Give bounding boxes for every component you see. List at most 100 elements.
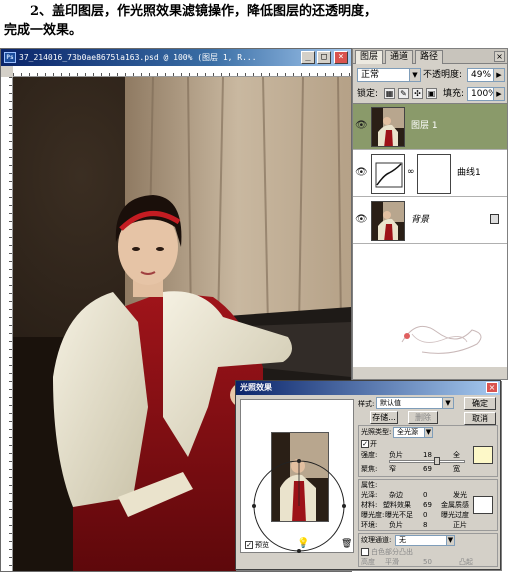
material-value: 69 xyxy=(423,501,432,509)
lock-icon xyxy=(490,214,499,224)
layer-mask-thumbnail xyxy=(417,154,451,194)
property-color-swatch[interactable] xyxy=(473,496,493,514)
blend-mode-value: 正常 xyxy=(361,70,380,80)
light-ellipse-handle[interactable] xyxy=(241,400,355,554)
height-value: 50 xyxy=(423,558,432,566)
blend-mode-select[interactable]: 正常 ▼ xyxy=(357,68,421,82)
focus-value: 69 xyxy=(423,465,432,473)
preview-label: 预览 xyxy=(255,541,269,549)
intensity-slider[interactable] xyxy=(389,457,465,465)
lighting-effects-dialog: 光照效果 × ✓ 预览 💡 🗑 样式: 默认值 ▼ 确定 存储... 删除 取消… xyxy=(235,380,501,570)
material-min-label: 塑料效果 xyxy=(383,501,411,509)
photoshop-icon: Ps xyxy=(4,52,16,63)
properties-label: 属性: xyxy=(361,481,378,489)
opacity-value: 49% xyxy=(471,70,492,80)
layer-name[interactable]: 背景 xyxy=(411,213,429,227)
curves-adjustment-icon xyxy=(371,154,405,194)
vertical-ruler[interactable] xyxy=(1,77,13,571)
tutorial-caption: 2、盖印图层，作光照效果滤镜操作，降低图层的还透明度， 完成一效果。 xyxy=(4,2,504,40)
layer-row-layer-1[interactable]: 👁 图层 1 xyxy=(353,104,507,150)
light-type-select[interactable]: 全光源 ▼ xyxy=(393,427,433,438)
focus-label: 聚焦: xyxy=(361,465,378,473)
light-type-group: 光照类型: 全光源 ▼ ✓ 开 强度: 负片 18 全 聚焦: 窄 69 宽 xyxy=(358,425,498,477)
palette-close-button[interactable]: × xyxy=(494,51,505,62)
chevron-down-icon: ▼ xyxy=(446,536,454,545)
tab-paths[interactable]: 路径 xyxy=(415,50,444,64)
light-type-value: 全光源 xyxy=(397,428,418,436)
chevron-down-icon: ▼ xyxy=(424,428,432,437)
eye-icon[interactable]: 👁 xyxy=(355,213,368,227)
chevron-right-icon: ▶ xyxy=(493,69,504,81)
signature-watermark xyxy=(401,325,482,354)
white-high-label: 白色部分凸出 xyxy=(371,548,413,556)
opacity-label: 不透明度: xyxy=(423,70,463,80)
horizontal-ruler[interactable] xyxy=(13,66,351,77)
fill-label: 填充: xyxy=(443,89,465,99)
light-preview[interactable]: ✓ 预览 💡 🗑 xyxy=(240,399,354,553)
lock-brush-icon[interactable]: ✎ xyxy=(398,88,409,99)
intensity-max-label: 全 xyxy=(453,451,460,459)
properties-group: 属性: 光泽: 杂边 0 发光 材料: 塑料效果 69 金属质感 曝光度: 曝光… xyxy=(358,479,498,531)
dialog-close-button[interactable]: × xyxy=(486,382,498,393)
intensity-label: 强度: xyxy=(361,451,378,459)
ok-button[interactable]: 确定 xyxy=(464,397,496,410)
exposure-label: 曝光度: xyxy=(361,511,385,519)
style-label: 样式: xyxy=(358,400,375,408)
palette-tabs: 图层 通道 路径 × xyxy=(353,49,507,64)
eye-icon[interactable]: 👁 xyxy=(355,166,368,180)
height-label: 高度 xyxy=(361,558,375,566)
delete-button[interactable]: 删除 xyxy=(408,411,438,424)
gloss-label: 光泽: xyxy=(361,491,378,499)
ambience-value: 8 xyxy=(423,521,428,529)
minimize-button[interactable]: _ xyxy=(301,51,315,64)
caption-line-2: 完成一效果。 xyxy=(4,23,83,38)
ambience-label: 环境: xyxy=(361,521,378,529)
focus-max-label: 宽 xyxy=(453,465,460,473)
link-icon: ∞ xyxy=(407,167,415,177)
material-label: 材料: xyxy=(361,501,378,509)
lock-all-icon[interactable]: ▣ xyxy=(426,88,437,99)
material-max-label: 金属质感 xyxy=(441,501,469,509)
opacity-input[interactable]: 49% ▶ xyxy=(467,68,505,82)
lock-transparency-icon[interactable]: ▦ xyxy=(384,88,395,99)
intensity-value: 18 xyxy=(423,451,432,459)
white-high-checkbox[interactable] xyxy=(361,548,369,556)
light-bulb-icon[interactable]: 💡 xyxy=(297,539,309,549)
close-button[interactable]: × xyxy=(334,51,348,64)
texture-channel-value: 无 xyxy=(399,536,406,544)
light-on-checkbox[interactable]: ✓ xyxy=(361,440,369,448)
document-title: 37_214016_73b0ae8675la163.psd @ 100% (图层… xyxy=(19,53,257,62)
focus-min-label: 窄 xyxy=(389,465,396,473)
lock-move-icon[interactable]: ✣ xyxy=(412,88,423,99)
texture-group: 纹理通道: 无 ▼ 白色部分凸出 高度 平滑 50 凸起 xyxy=(358,533,498,567)
tab-channels[interactable]: 通道 xyxy=(385,50,414,64)
gloss-min-label: 杂边 xyxy=(389,491,403,499)
layer-name[interactable]: 曲线1 xyxy=(457,166,481,180)
style-value: 默认值 xyxy=(380,399,401,407)
layer-row-background[interactable]: 👁 背景 xyxy=(353,198,507,244)
exposure-max-label: 曝光过度 xyxy=(441,511,469,519)
layer-row-curves-1[interactable]: 👁 ∞ 曲线1 xyxy=(353,151,507,197)
light-type-label: 光照类型: xyxy=(361,428,392,436)
intensity-min-label: 负片 xyxy=(389,451,403,459)
light-color-swatch[interactable] xyxy=(473,446,493,464)
texture-channel-select[interactable]: 无 ▼ xyxy=(395,535,455,546)
tab-layers[interactable]: 图层 xyxy=(355,50,384,64)
height-max-label: 凸起 xyxy=(459,558,473,566)
trash-icon[interactable]: 🗑 xyxy=(341,539,352,549)
maximize-button[interactable]: □ xyxy=(317,51,331,64)
fill-input[interactable]: 100% ▶ xyxy=(467,87,505,101)
eye-icon[interactable]: 👁 xyxy=(355,119,368,133)
gloss-value: 0 xyxy=(423,491,428,499)
slider-knob[interactable] xyxy=(434,457,440,465)
caption-line-1: 2、盖印图层，作光照效果滤镜操作，降低图层的还透明度， xyxy=(30,4,378,19)
save-button[interactable]: 存储... xyxy=(370,411,398,424)
layer-name[interactable]: 图层 1 xyxy=(411,119,438,133)
layer-thumbnail xyxy=(371,201,405,241)
style-select[interactable]: 默认值 ▼ xyxy=(376,397,454,409)
ambience-min-label: 负片 xyxy=(389,521,403,529)
preview-checkbox[interactable]: ✓ xyxy=(245,541,253,549)
cancel-button[interactable]: 取消 xyxy=(464,412,496,425)
document-title-bar[interactable]: Ps 37_214016_73b0ae8675la163.psd @ 100% … xyxy=(1,49,351,66)
chevron-right-icon: ▶ xyxy=(493,88,504,100)
